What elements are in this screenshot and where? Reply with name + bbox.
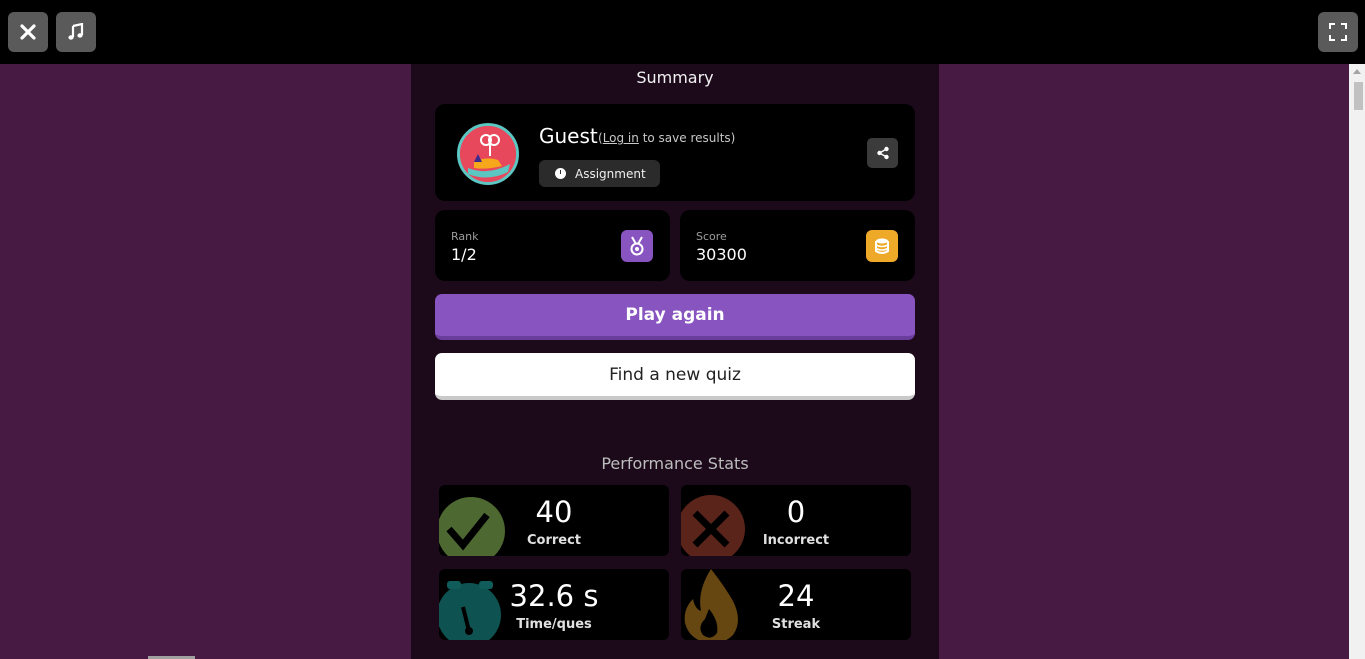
time-label: Time/ques — [516, 617, 592, 632]
find-new-quiz-button[interactable]: Find a new quiz — [435, 353, 915, 400]
music-note-icon — [68, 23, 84, 40]
scroll-up-arrow-icon[interactable] — [1353, 69, 1361, 74]
play-again-button[interactable]: Play again — [435, 294, 915, 340]
incorrect-value: 0 — [786, 495, 806, 529]
incorrect-label: Incorrect — [762, 533, 830, 548]
medal-icon — [621, 230, 653, 262]
assignment-label: Assignment — [575, 166, 646, 181]
share-icon — [876, 146, 889, 160]
streak-label: Streak — [771, 617, 821, 632]
avatar — [457, 123, 519, 185]
assignment-badge: Assignment — [539, 160, 660, 187]
correct-stat-card: 40 Correct — [439, 485, 669, 556]
fullscreen-button[interactable] — [1318, 12, 1358, 52]
coins-icon — [866, 230, 898, 262]
streak-stat-card: 24 Streak — [681, 569, 911, 640]
performance-stats-title: Performance Stats — [601, 454, 749, 473]
correct-label: Correct — [526, 533, 582, 548]
login-note: (Log in to save results) — [598, 131, 735, 145]
time-stat-card: 32.6 s Time/ques — [439, 569, 669, 640]
top-bar — [0, 0, 1365, 64]
streak-value: 24 — [777, 579, 815, 613]
summary-title: Summary — [636, 68, 714, 87]
score-value: 30300 — [696, 245, 747, 264]
time-value: 32.6 s — [509, 579, 599, 613]
fullscreen-icon — [1329, 23, 1347, 41]
share-button[interactable] — [867, 138, 898, 168]
avatar-icon — [460, 126, 516, 182]
rank-card: Rank 1/2 — [435, 210, 670, 281]
clock-icon — [555, 168, 566, 179]
music-button[interactable] — [56, 12, 96, 52]
rank-label: Rank — [451, 230, 479, 243]
close-button[interactable] — [8, 12, 48, 52]
scroll-thumb[interactable] — [1354, 82, 1363, 110]
score-card: Score 30300 — [680, 210, 915, 281]
vertical-scrollbar[interactable] — [1349, 64, 1365, 659]
profile-card: Guest (Log in to save results) Assignmen… — [435, 104, 915, 201]
login-link[interactable]: Log in — [603, 131, 639, 145]
rank-value: 1/2 — [451, 245, 477, 264]
player-name: Guest — [539, 124, 598, 148]
login-suffix: to save results) — [638, 131, 736, 145]
correct-value: 40 — [535, 495, 573, 529]
close-icon — [20, 24, 36, 40]
incorrect-stat-card: 0 Incorrect — [681, 485, 911, 556]
score-label: Score — [696, 230, 727, 243]
